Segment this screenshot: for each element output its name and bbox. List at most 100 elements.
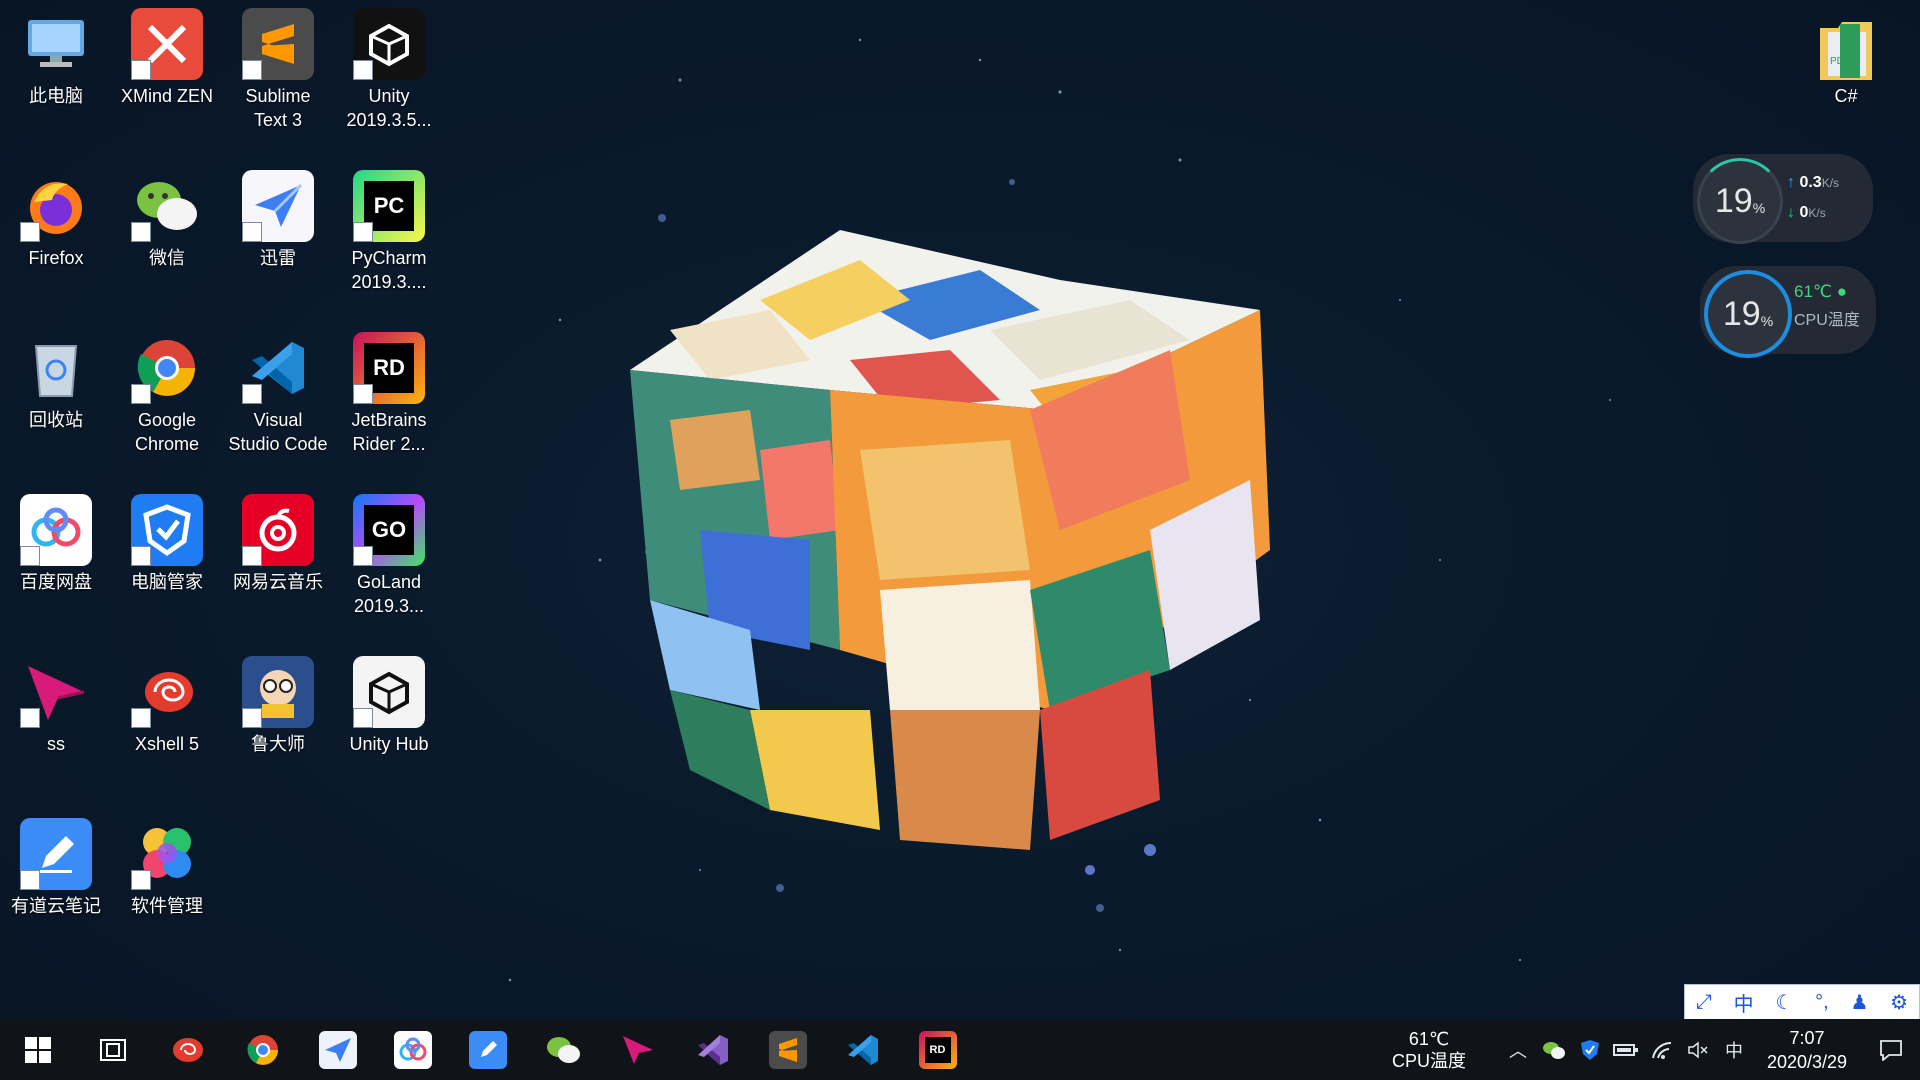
unity-hub-icon bbox=[353, 656, 425, 728]
taskbar-cpu-temp[interactable]: 61℃ CPU温度 bbox=[1374, 1028, 1484, 1072]
volume-muted-icon bbox=[1688, 1040, 1708, 1059]
desktop-icon-sublime[interactable]: Sublime Text 3 bbox=[224, 2, 332, 132]
taskbar-xshell[interactable] bbox=[150, 1019, 225, 1080]
xshell-icon bbox=[131, 656, 203, 728]
shortcut-arrow-icon bbox=[242, 708, 262, 728]
network-speed-widget[interactable]: 19% ↑ 0.3K/s ↓ 0K/s bbox=[1693, 154, 1873, 244]
netease-music-icon bbox=[242, 494, 314, 566]
start-button[interactable] bbox=[0, 1019, 75, 1080]
ime-switch-icon[interactable]: ⤢ bbox=[1696, 991, 1712, 1014]
desktop-icon-unity-hub[interactable]: Unity Hub bbox=[335, 650, 443, 756]
cpu-usage-ring: 19% bbox=[1704, 270, 1792, 358]
wechat-icon bbox=[131, 170, 203, 242]
tray-wechat[interactable] bbox=[1536, 1019, 1572, 1080]
shortcut-arrow-icon bbox=[20, 870, 40, 890]
ss-icon bbox=[20, 656, 92, 728]
visual-studio-icon bbox=[694, 1031, 732, 1069]
punctuation-icon[interactable]: °, bbox=[1815, 991, 1829, 1014]
tray-battery[interactable] bbox=[1608, 1019, 1644, 1080]
upload-unit: K/s bbox=[1821, 176, 1840, 190]
desktop-icon-unity[interactable]: Unity 2019.3.5... bbox=[335, 2, 443, 132]
desktop-icon-chrome[interactable]: Google Chrome bbox=[113, 326, 221, 456]
settings-gear-icon[interactable]: ⚙ bbox=[1890, 990, 1908, 1015]
icon-label: GoLand 2019.3... bbox=[353, 572, 425, 616]
baidu-netdisk-icon bbox=[20, 494, 92, 566]
shortcut-arrow-icon bbox=[353, 60, 373, 80]
ime-toolbar: ⤢ 中 ☾ °, ♟ ⚙ bbox=[1684, 984, 1920, 1019]
clock[interactable]: 7:07 2020/3/29 bbox=[1752, 1026, 1862, 1074]
desktop-icon-xunlei[interactable]: 迅雷 bbox=[224, 164, 332, 270]
upload-arrow-icon: ↑ bbox=[1787, 174, 1795, 191]
desktop-icon-youdao-note[interactable]: 有道云笔记 bbox=[2, 812, 110, 918]
desktop-icon-goland[interactable]: GO GoLand 2019.3... bbox=[335, 488, 443, 618]
desktop-icon-ss[interactable]: ss bbox=[2, 650, 110, 756]
taskbar-chrome[interactable] bbox=[225, 1019, 300, 1080]
computer-icon bbox=[20, 8, 92, 80]
upload-value: 0.3 bbox=[1799, 174, 1822, 191]
shortcut-arrow-icon bbox=[131, 384, 151, 404]
taskbar-youdao-note[interactable] bbox=[450, 1019, 525, 1080]
task-view-icon bbox=[99, 1038, 126, 1061]
tray-pc-manager[interactable] bbox=[1572, 1019, 1608, 1080]
taskbar: RD 61℃ CPU温度 ︿ 中 7:07 2020/3/29 bbox=[0, 1019, 1920, 1080]
task-view-button[interactable] bbox=[75, 1019, 150, 1080]
taskbar-ss[interactable] bbox=[600, 1019, 675, 1080]
ime-language-toggle[interactable]: 中 bbox=[1734, 988, 1754, 1017]
ime-label: 中 bbox=[1725, 1040, 1743, 1061]
desktop-icon-ludashi[interactable]: 鲁大师 bbox=[224, 650, 332, 756]
tray-volume[interactable] bbox=[1680, 1019, 1716, 1080]
taskbar-vscode[interactable] bbox=[825, 1019, 900, 1080]
icon-label: Unity 2019.3.5... bbox=[346, 86, 432, 130]
shortcut-arrow-icon bbox=[242, 546, 262, 566]
tray-ime-indicator[interactable]: 中 bbox=[1716, 1019, 1752, 1080]
shortcut-arrow-icon bbox=[353, 384, 373, 404]
desktop-icon-grid: 此电脑 XMind ZEN Sublime Text 3 Unity 2019.… bbox=[0, 0, 460, 1000]
desktop-icon-pycharm[interactable]: PC PyCharm 2019.3.... bbox=[335, 164, 443, 294]
desktop-icon-recycle-bin[interactable]: 回收站 bbox=[2, 326, 110, 432]
icon-label: 回收站 bbox=[29, 410, 83, 430]
taskbar-sublime[interactable] bbox=[750, 1019, 825, 1080]
icon-label: Visual Studio Code bbox=[228, 410, 328, 454]
memory-usage-ring: 19% bbox=[1697, 158, 1783, 244]
cpu-temp-value: 61℃ ● bbox=[1794, 282, 1874, 302]
wechat-icon bbox=[544, 1031, 582, 1069]
action-center-button[interactable] bbox=[1862, 1019, 1920, 1080]
upload-speed: ↑ 0.3K/s bbox=[1787, 168, 1867, 198]
taskbar-baidu-netdisk[interactable] bbox=[375, 1019, 450, 1080]
pc-manager-icon bbox=[131, 494, 203, 566]
show-hidden-icons-button[interactable]: ︿ bbox=[1500, 1019, 1536, 1080]
cpu-temperature-widget[interactable]: 19% 61℃ ● CPU温度 bbox=[1700, 266, 1876, 358]
user-icon[interactable]: ♟ bbox=[1850, 990, 1868, 1015]
taskbar-rider[interactable]: RD bbox=[900, 1019, 975, 1080]
shortcut-arrow-icon bbox=[131, 870, 151, 890]
desktop-icon-pc-manager[interactable]: 电脑管家 bbox=[113, 488, 221, 594]
taskbar-visual-studio[interactable] bbox=[675, 1019, 750, 1080]
shortcut-arrow-icon bbox=[20, 546, 40, 566]
shortcut-arrow-icon bbox=[131, 708, 151, 728]
shortcut-arrow-icon bbox=[131, 222, 151, 242]
xunlei-icon bbox=[318, 1030, 357, 1069]
shortcut-arrow-icon bbox=[353, 222, 373, 242]
icon-label: Sublime Text 3 bbox=[245, 86, 311, 130]
icon-label: PyCharm 2019.3.... bbox=[351, 248, 427, 292]
desktop-icon-xmind[interactable]: XMind ZEN bbox=[113, 2, 221, 108]
shortcut-arrow-icon bbox=[20, 708, 40, 728]
desktop-icon-software-manager[interactable]: 软件管理 bbox=[113, 812, 221, 918]
taskbar-xunlei[interactable] bbox=[300, 1019, 375, 1080]
desktop-icon-baidu-netdisk[interactable]: 百度网盘 bbox=[2, 488, 110, 594]
desktop-icon-xshell[interactable]: Xshell 5 bbox=[113, 650, 221, 756]
desktop-icon-this-pc[interactable]: 此电脑 bbox=[2, 2, 110, 108]
taskbar-wechat[interactable] bbox=[525, 1019, 600, 1080]
desktop-icon-vscode[interactable]: Visual Studio Code bbox=[224, 326, 332, 456]
moon-icon[interactable]: ☾ bbox=[1775, 990, 1793, 1015]
desktop-icon-netease-music[interactable]: 网易云音乐 bbox=[224, 488, 332, 594]
desktop-icon-wechat[interactable]: 微信 bbox=[113, 164, 221, 270]
rubiks-cube-illustration bbox=[630, 230, 1270, 875]
desktop-icon-rider[interactable]: RD JetBrains Rider 2... bbox=[335, 326, 443, 456]
icon-label: 有道云笔记 bbox=[11, 896, 101, 916]
software-manager-icon bbox=[131, 818, 203, 890]
desktop-icon-firefox[interactable]: Firefox bbox=[2, 164, 110, 270]
desktop-file-csharp[interactable]: PDF C# bbox=[1790, 8, 1902, 107]
ludashi-icon bbox=[242, 656, 314, 728]
tray-wifi[interactable] bbox=[1644, 1019, 1680, 1080]
